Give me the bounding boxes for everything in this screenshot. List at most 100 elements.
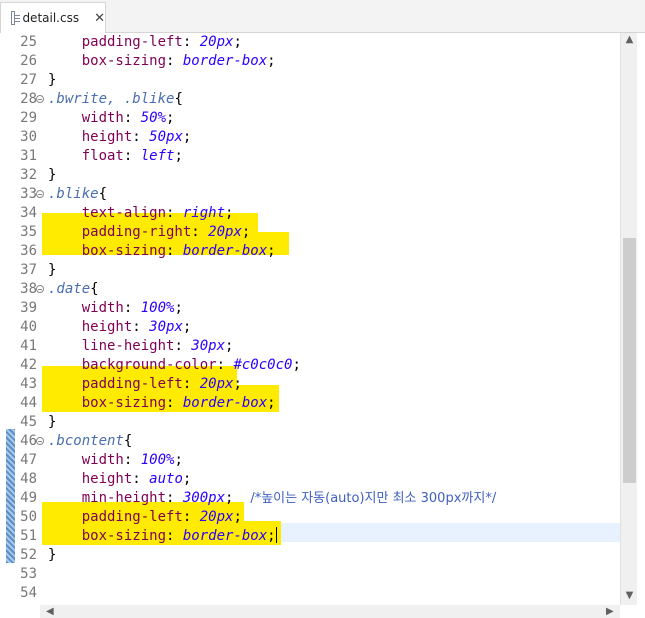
code-text: padding-left: 20px; [48,33,242,52]
code-line[interactable]: 51 box-sizing: border-box; [0,527,620,546]
code-line[interactable]: 39 width: 100%; [0,299,620,318]
fold-collapse-icon[interactable] [36,95,44,103]
code-line[interactable]: 33 .blike{ [0,185,620,204]
code-line[interactable]: 38 .date{ [0,280,620,299]
code-token: auto [149,471,183,487]
scroll-down-icon[interactable]: ▼ [621,589,638,603]
code-text: width: 100%; [48,299,183,318]
code-token: .bcontent [48,433,124,449]
fold-collapse-icon[interactable] [36,285,44,293]
code-token: box-sizing [81,53,167,69]
code-text: float: left; [48,147,183,166]
code-token: ; [241,224,251,240]
code-token: : [132,471,150,487]
code-line[interactable]: 26 box-sizing: border-box; [0,52,620,71]
code-line[interactable]: 29 width: 50%; [0,109,620,128]
scroll-left-icon[interactable]: ◀ [46,605,54,618]
code-token: background-color [81,357,217,373]
text-caret [275,527,277,543]
tab-detail-css[interactable]: detail.css ✕ [0,2,106,33]
code-token: line-height [81,338,175,354]
code-token: padding-left [81,509,183,525]
code-line[interactable]: 37} [0,261,620,280]
code-token: border-box [182,53,268,69]
code-token: #c0c0c0 [233,357,293,373]
code-line[interactable]: 31 float: left; [0,147,620,166]
code-token: 100% [140,300,175,316]
fold-collapse-icon[interactable] [36,190,44,198]
code-line[interactable]: 34 text-align: right; [0,204,620,223]
code-line[interactable]: 35 padding-right: 20px; [0,223,620,242]
code-line[interactable]: 28 .bwrite, .blike{ [0,90,620,109]
code-line[interactable]: 49 min-height: 300px; /*높이는 자동(auto)지만 최… [0,489,620,508]
code-line[interactable]: 43 padding-left: 20px; [0,375,620,394]
scroll-right-icon[interactable]: ▶ [606,605,614,618]
code-token: : [123,148,141,164]
code-editor[interactable]: 25 padding-left: 20px; 26 box-sizing: bor… [0,33,620,605]
code-line[interactable]: 27} [0,71,620,90]
code-text: .blike{ [48,185,107,204]
code-token: } [48,72,57,88]
code-token: float [81,148,124,164]
code-line[interactable]: 45} [0,413,620,432]
code-line[interactable]: 44 box-sizing: border-box; [0,394,620,413]
code-token: : [166,395,183,411]
code-line[interactable]: 47 width: 100%; [0,451,620,470]
code-line[interactable]: 30 height: 50px; [0,128,620,147]
code-token: : [182,509,200,525]
code-line[interactable]: 54 [0,584,620,603]
line-number: 52 [20,547,37,563]
code-text: width: 100%; [48,451,183,470]
code-token: ; [182,319,192,335]
line-number: 50 [20,509,37,525]
code-token: : [166,243,183,259]
code-line[interactable]: 42 background-color: #c0c0c0; [0,356,620,375]
line-number: 31 [20,148,37,164]
code-line[interactable]: 53 [0,565,620,584]
code-line[interactable]: 32} [0,166,620,185]
line-number: 39 [20,300,37,316]
code-token: ; [233,509,242,525]
code-token: width [81,110,124,126]
code-token: 100% [140,452,175,468]
code-line[interactable]: 48 height: auto; [0,470,620,489]
code-text: .date{ [48,280,99,299]
code-token: ; [233,34,242,50]
horizontal-scrollbar[interactable]: ◀ ▶ [40,605,620,618]
code-text: box-sizing: border-box; [48,527,277,546]
code-token: right [182,205,226,221]
line-number: 47 [20,452,37,468]
scroll-up-icon[interactable]: ▲ [621,33,638,47]
code-line[interactable]: 36 box-sizing: border-box; [0,242,620,261]
code-token: ; [225,205,234,221]
fold-collapse-icon[interactable] [36,437,44,445]
line-number: 55 [0,603,37,605]
code-text: } [48,413,56,432]
tab-title: detail.css [22,11,80,25]
code-text: padding-right: 20px; [48,223,251,242]
code-line[interactable]: 25 padding-left: 20px; [0,33,620,52]
code-text: width: 50%; [48,109,175,128]
vertical-scroll-thumb[interactable] [623,238,636,483]
close-icon[interactable]: ✕ [94,11,105,26]
code-line[interactable]: 40 height: 30px; [0,318,620,337]
code-token: { [123,433,133,449]
code-line[interactable]: 50 padding-left: 20px; [0,508,620,527]
code-line[interactable]: 41 line-height: 30px; [0,337,620,356]
code-line[interactable]: 46 .bcontent{ [0,432,620,451]
code-token: box-sizing [81,395,167,411]
code-token: ; [225,338,234,354]
code-token: text-align [81,205,167,221]
code-line[interactable]: 52} [0,546,620,565]
line-number: 33 [20,186,37,202]
vertical-scrollbar[interactable]: ▲ ▼ [620,33,637,605]
code-token: height [81,129,133,145]
